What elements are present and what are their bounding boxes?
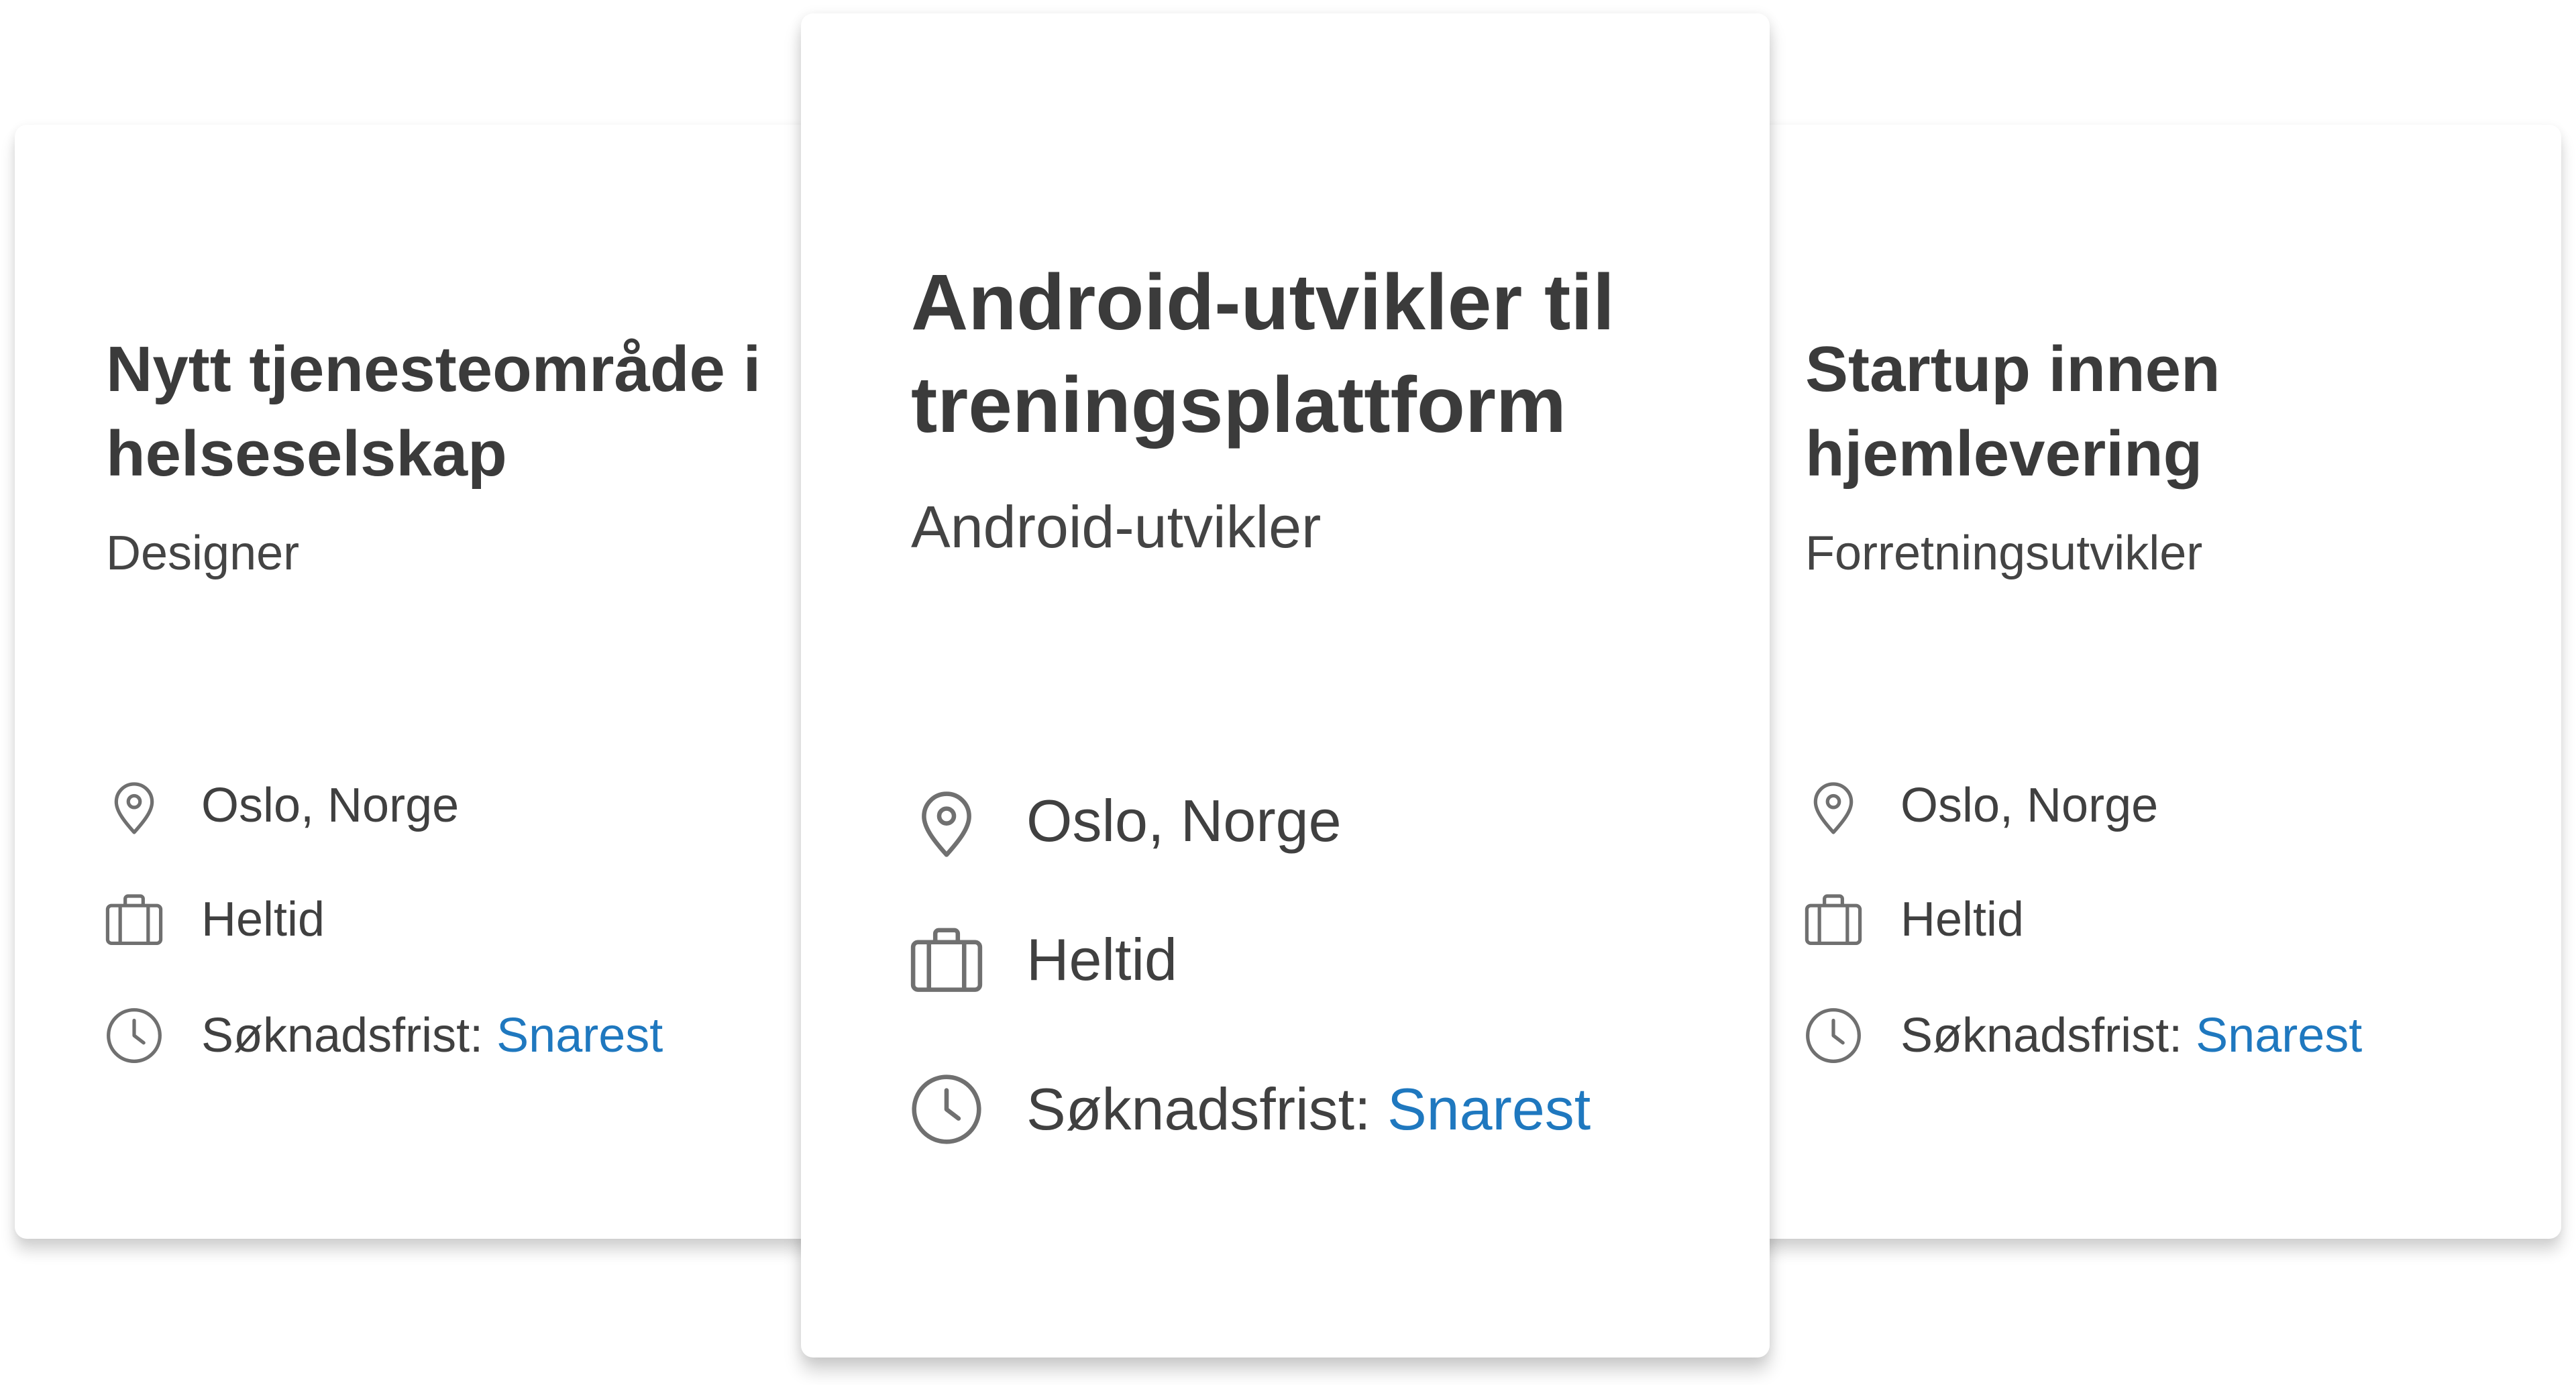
job-title: Startup innen hjemlevering: [1805, 333, 2220, 490]
location-row: Oslo, Norge: [101, 772, 459, 839]
deadline-text: Søknadsfrist: Snarest: [1026, 1075, 1591, 1144]
location-row: Oslo, Norge: [1800, 772, 2158, 839]
deadline-text: Søknadsfrist: Snarest: [1900, 1008, 2362, 1063]
employment-type-text: Heltid: [1026, 926, 1177, 993]
location-text: Oslo, Norge: [1900, 779, 2159, 832]
clock-icon: [107, 1008, 162, 1063]
employment-type-row: Heltid: [904, 918, 1177, 1002]
location-text: Oslo, Norge: [201, 779, 460, 832]
deadline-row: Søknadsfrist: Snarest: [904, 1067, 1591, 1152]
deadline-text: Søknadsfrist: Snarest: [201, 1008, 663, 1063]
job-card-android-developer[interactable]: Android-utvikler til treningsplattform A…: [801, 13, 1770, 1358]
deadline-value-link[interactable]: Snarest: [1387, 1076, 1591, 1142]
clock-icon: [912, 1074, 981, 1144]
briefcase-icon: [910, 928, 983, 992]
clock-icon: [1806, 1008, 1861, 1063]
employment-type-text: Heltid: [201, 893, 325, 946]
job-role: Android-utvikler: [911, 494, 1322, 560]
deadline-value-link[interactable]: Snarest: [2196, 1009, 2362, 1062]
employment-type-row: Heltid: [101, 886, 325, 953]
map-pin-icon: [922, 791, 971, 857]
location-row: Oslo, Norge: [904, 779, 1342, 863]
job-title: Android-utvikler til treningsplattform: [911, 258, 1615, 450]
map-pin-icon: [114, 782, 154, 834]
briefcase-icon: [1805, 894, 1862, 946]
job-title: Nytt tjenesteområde i helseselskap: [106, 333, 761, 490]
employment-type-row: Heltid: [1800, 886, 2024, 953]
job-role: Forretningsutvikler: [1805, 527, 2203, 580]
employment-type-text: Heltid: [1900, 893, 2025, 946]
job-cards-showcase: Nytt tjenesteområde i helseselskap Desig…: [0, 0, 2576, 1385]
deadline-label: Søknadsfrist:: [201, 1009, 484, 1062]
job-role: Designer: [106, 527, 300, 580]
deadline-row: Søknadsfrist: Snarest: [101, 1002, 663, 1069]
deadline-label: Søknadsfrist:: [1026, 1076, 1371, 1142]
briefcase-icon: [105, 894, 163, 946]
location-text: Oslo, Norge: [1026, 787, 1342, 854]
job-card-designer[interactable]: Nytt tjenesteområde i helseselskap Desig…: [15, 125, 860, 1239]
deadline-row: Søknadsfrist: Snarest: [1800, 1002, 2362, 1069]
map-pin-icon: [1813, 782, 1854, 834]
deadline-label: Søknadsfrist:: [1900, 1009, 2183, 1062]
deadline-value-link[interactable]: Snarest: [496, 1009, 663, 1062]
job-card-business-developer[interactable]: Startup innen hjemlevering Forretningsut…: [1714, 125, 2561, 1239]
